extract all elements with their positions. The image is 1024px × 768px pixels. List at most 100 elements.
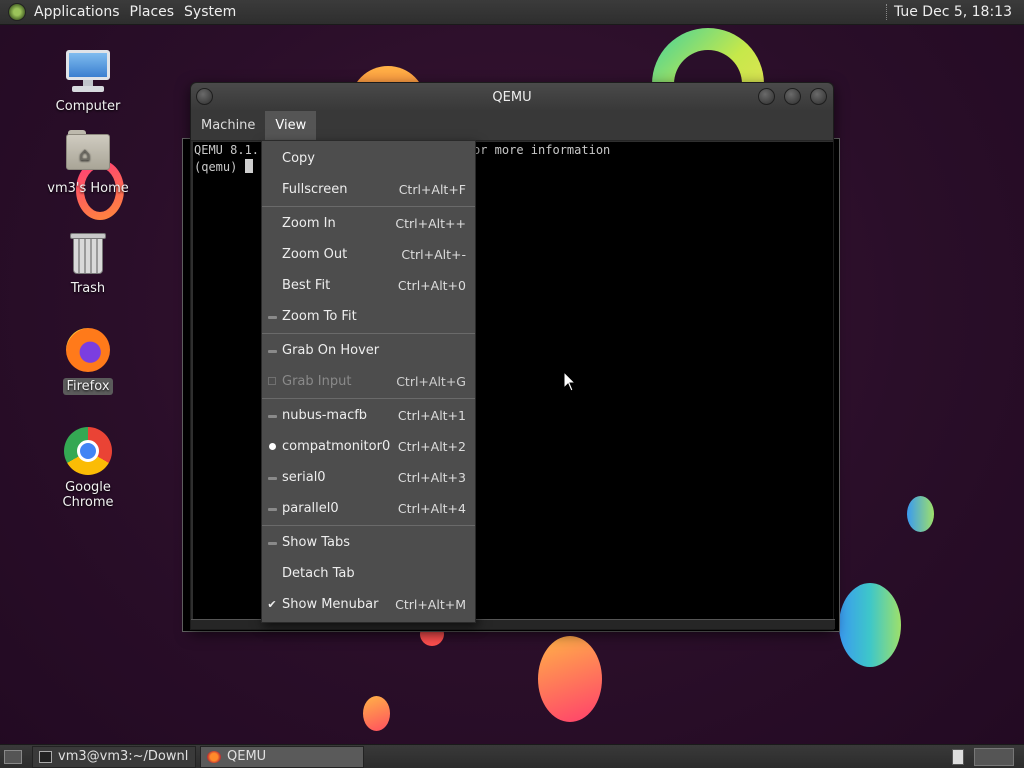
menu-item-label: Zoom Out <box>282 247 348 262</box>
firefox-icon <box>64 326 112 374</box>
menu-item-label: Zoom In <box>282 216 336 231</box>
menu-separator <box>262 525 475 526</box>
wallpaper-orange-small-ellipse <box>363 696 390 731</box>
view-menu-dropdown: Copy Fullscreen Ctrl+Alt+F Zoom In Ctrl+Alt+… <box>261 140 476 623</box>
menu-item-zoom-in[interactable]: Zoom In Ctrl+Alt++ <box>262 208 475 239</box>
desktop-icon-label: Firefox <box>63 378 113 395</box>
desktop-icon-chrome[interactable]: Google Chrome <box>38 427 138 511</box>
menu-separator <box>262 398 475 399</box>
menu-item-shortcut: Ctrl+Alt+0 <box>397 278 466 293</box>
menu-item-detach-tab[interactable]: Detach Tab <box>262 558 475 589</box>
menu-item-grab-on-hover[interactable]: Grab On Hover <box>262 335 475 366</box>
radio-unselected-icon <box>262 536 282 549</box>
top-panel-right: Tue Dec 5, 18:13 <box>885 4 1024 20</box>
menu-item-label: Best Fit <box>282 278 331 293</box>
menu-item-label: compatmonitor0 <box>282 439 391 454</box>
menu-item-shortcut: Ctrl+Alt+M <box>395 597 466 612</box>
menu-item-shortcut: Ctrl+Alt+4 <box>397 501 466 516</box>
window-menubar: Machine View <box>191 111 833 141</box>
menu-system[interactable]: System <box>184 4 244 20</box>
radio-unselected-icon <box>262 344 282 357</box>
menu-separator <box>262 206 475 207</box>
distro-logo-icon[interactable] <box>8 3 26 21</box>
desktop-icon-label: vm3's Home <box>47 181 129 196</box>
menu-item-label: Show Tabs <box>282 535 350 550</box>
menu-item-shortcut: Ctrl+Alt+G <box>396 374 466 389</box>
radio-unselected-icon <box>262 310 282 323</box>
desktop-icon-label: Trash <box>70 281 106 296</box>
window-titlebar[interactable]: QEMU <box>191 83 833 111</box>
menu-item-label: nubus-macfb <box>282 408 368 423</box>
task-qemu[interactable]: QEMU <box>200 745 364 768</box>
menu-item-show-menubar[interactable]: ✔ Show Menubar Ctrl+Alt+M <box>262 589 475 620</box>
menu-item-show-tabs[interactable]: Show Tabs <box>262 527 475 558</box>
top-panel: Applications Places System Tue Dec 5, 18… <box>0 0 1024 25</box>
desktop-icon-firefox[interactable]: Firefox <box>38 326 138 395</box>
menu-item-label: Copy <box>282 151 315 166</box>
menu-places[interactable]: Places <box>130 4 183 20</box>
clock[interactable]: Tue Dec 5, 18:13 <box>894 4 1012 20</box>
show-desktop-icon[interactable] <box>4 749 22 764</box>
menu-item-shortcut: Ctrl+Alt+3 <box>397 470 466 485</box>
trash-applet-icon[interactable] <box>952 748 964 765</box>
menu-applications[interactable]: Applications <box>34 4 128 20</box>
radio-unselected-icon <box>262 471 282 484</box>
menu-item-label: Grab On Hover <box>282 343 380 358</box>
desktop-icon-label: Computer <box>55 99 121 114</box>
computer-icon <box>64 46 112 94</box>
task-label: vm3@vm3:~/Downl... <box>58 749 189 764</box>
desktop-icon-computer[interactable]: Computer <box>38 46 138 115</box>
system-tray <box>952 747 1024 766</box>
menu-machine[interactable]: Machine <box>191 111 265 140</box>
menu-item-best-fit[interactable]: Best Fit Ctrl+Alt+0 <box>262 270 475 301</box>
task-label: QEMU <box>227 749 267 764</box>
menu-item-parallel0[interactable]: parallel0 Ctrl+Alt+4 <box>262 493 475 524</box>
mouse-pointer-icon <box>563 371 577 392</box>
radio-selected-icon <box>262 440 282 453</box>
menu-item-label: Fullscreen <box>282 182 348 197</box>
trash-icon <box>64 228 112 276</box>
menu-view[interactable]: View <box>265 111 317 140</box>
menu-item-compatmonitor0[interactable]: compatmonitor0 Ctrl+Alt+2 <box>262 431 475 462</box>
wallpaper-orange-ellipse <box>538 636 602 722</box>
qemu-icon <box>207 750 221 763</box>
wallpaper-blue-small-ellipse <box>907 496 934 532</box>
radio-unselected-icon <box>262 502 282 515</box>
workspace-switcher[interactable] <box>974 747 1014 766</box>
menu-item-label: Detach Tab <box>282 566 355 581</box>
desktop-icon-home[interactable]: ⌂ vm3's Home <box>38 128 138 197</box>
menu-separator <box>262 333 475 334</box>
bottom-taskbar: vm3@vm3:~/Downl... QEMU <box>0 744 1024 768</box>
menu-item-label: Zoom To Fit <box>282 309 357 324</box>
desktop-icon-trash[interactable]: Trash <box>38 228 138 297</box>
menu-item-copy[interactable]: Copy <box>262 143 475 174</box>
text-cursor <box>244 159 253 173</box>
menu-item-shortcut: Ctrl+Alt+1 <box>397 408 466 423</box>
menu-item-label: Show Menubar <box>282 597 379 612</box>
menu-item-zoom-to-fit[interactable]: Zoom To Fit <box>262 301 475 332</box>
minimize-button[interactable] <box>758 88 775 105</box>
menu-item-zoom-out[interactable]: Zoom Out Ctrl+Alt+- <box>262 239 475 270</box>
menu-item-serial0[interactable]: serial0 Ctrl+Alt+3 <box>262 462 475 493</box>
checkbox-icon <box>262 375 282 388</box>
console-partial-text: or more information <box>473 143 611 157</box>
menu-item-shortcut: Ctrl+Alt+2 <box>397 439 466 454</box>
menu-item-fullscreen[interactable]: Fullscreen Ctrl+Alt+F <box>262 174 475 205</box>
terminal-icon <box>39 750 53 763</box>
wallpaper-blue-ellipse <box>839 583 901 667</box>
window-menu-button[interactable] <box>196 88 213 105</box>
menu-item-shortcut: Ctrl+Alt+F <box>398 182 466 197</box>
chrome-icon <box>64 427 112 475</box>
desktop-icon-label: Google Chrome <box>62 480 114 510</box>
menu-item-nubus-macfb[interactable]: nubus-macfb Ctrl+Alt+1 <box>262 400 475 431</box>
task-terminal[interactable]: vm3@vm3:~/Downl... <box>32 745 196 768</box>
checkmark-icon: ✔ <box>267 598 277 611</box>
menu-item-shortcut: Ctrl+Alt++ <box>395 216 466 231</box>
radio-unselected-icon <box>262 409 282 422</box>
close-button[interactable] <box>810 88 827 105</box>
panel-separator <box>885 4 888 20</box>
maximize-button[interactable] <box>784 88 801 105</box>
window-title: QEMU <box>492 89 532 105</box>
menu-item-grab-input: Grab Input Ctrl+Alt+G <box>262 366 475 397</box>
menu-item-label: parallel0 <box>282 501 339 516</box>
